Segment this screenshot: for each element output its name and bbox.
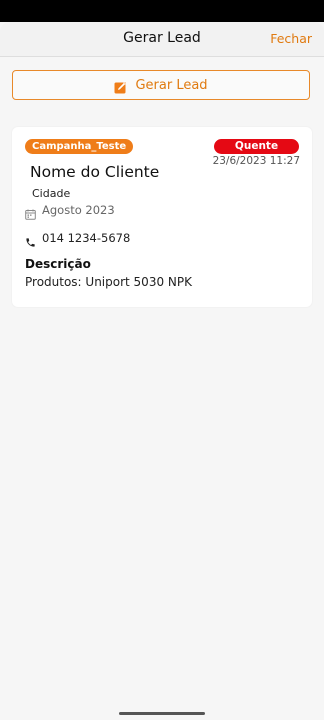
month-row: Agosto 2023 bbox=[25, 203, 115, 220]
status-bar bbox=[0, 0, 324, 22]
edit-icon bbox=[114, 79, 128, 93]
temperature-badge: Quente bbox=[214, 139, 299, 154]
lead-sheet: Gerar Lead Fechar Gerar Lead Campanha_Te… bbox=[0, 22, 324, 720]
generate-lead-label: Gerar Lead bbox=[135, 77, 208, 93]
close-button[interactable]: Fechar bbox=[270, 31, 312, 46]
description-label: Descrição bbox=[25, 257, 91, 271]
calendar-icon bbox=[25, 205, 36, 220]
lead-datetime: 23/6/2023 11:27 bbox=[212, 155, 300, 167]
client-city: Cidade bbox=[32, 187, 71, 200]
home-indicator bbox=[119, 712, 205, 715]
generate-lead-button[interactable]: Gerar Lead bbox=[12, 70, 310, 100]
campaign-badge: Campanha_Teste bbox=[25, 139, 134, 154]
lead-phone: 014 1234-5678 bbox=[42, 231, 131, 245]
sheet-header: Gerar Lead Fechar bbox=[0, 22, 324, 57]
lead-month: Agosto 2023 bbox=[42, 203, 115, 217]
lead-card[interactable]: Campanha_Teste Quente 23/6/2023 11:27 No… bbox=[12, 127, 312, 307]
client-name: Nome do Cliente bbox=[30, 163, 160, 181]
phone-row[interactable]: 014 1234-5678 bbox=[25, 231, 131, 247]
phone-icon bbox=[25, 233, 36, 247]
description-text: Produtos: Uniport 5030 NPK bbox=[25, 275, 192, 289]
